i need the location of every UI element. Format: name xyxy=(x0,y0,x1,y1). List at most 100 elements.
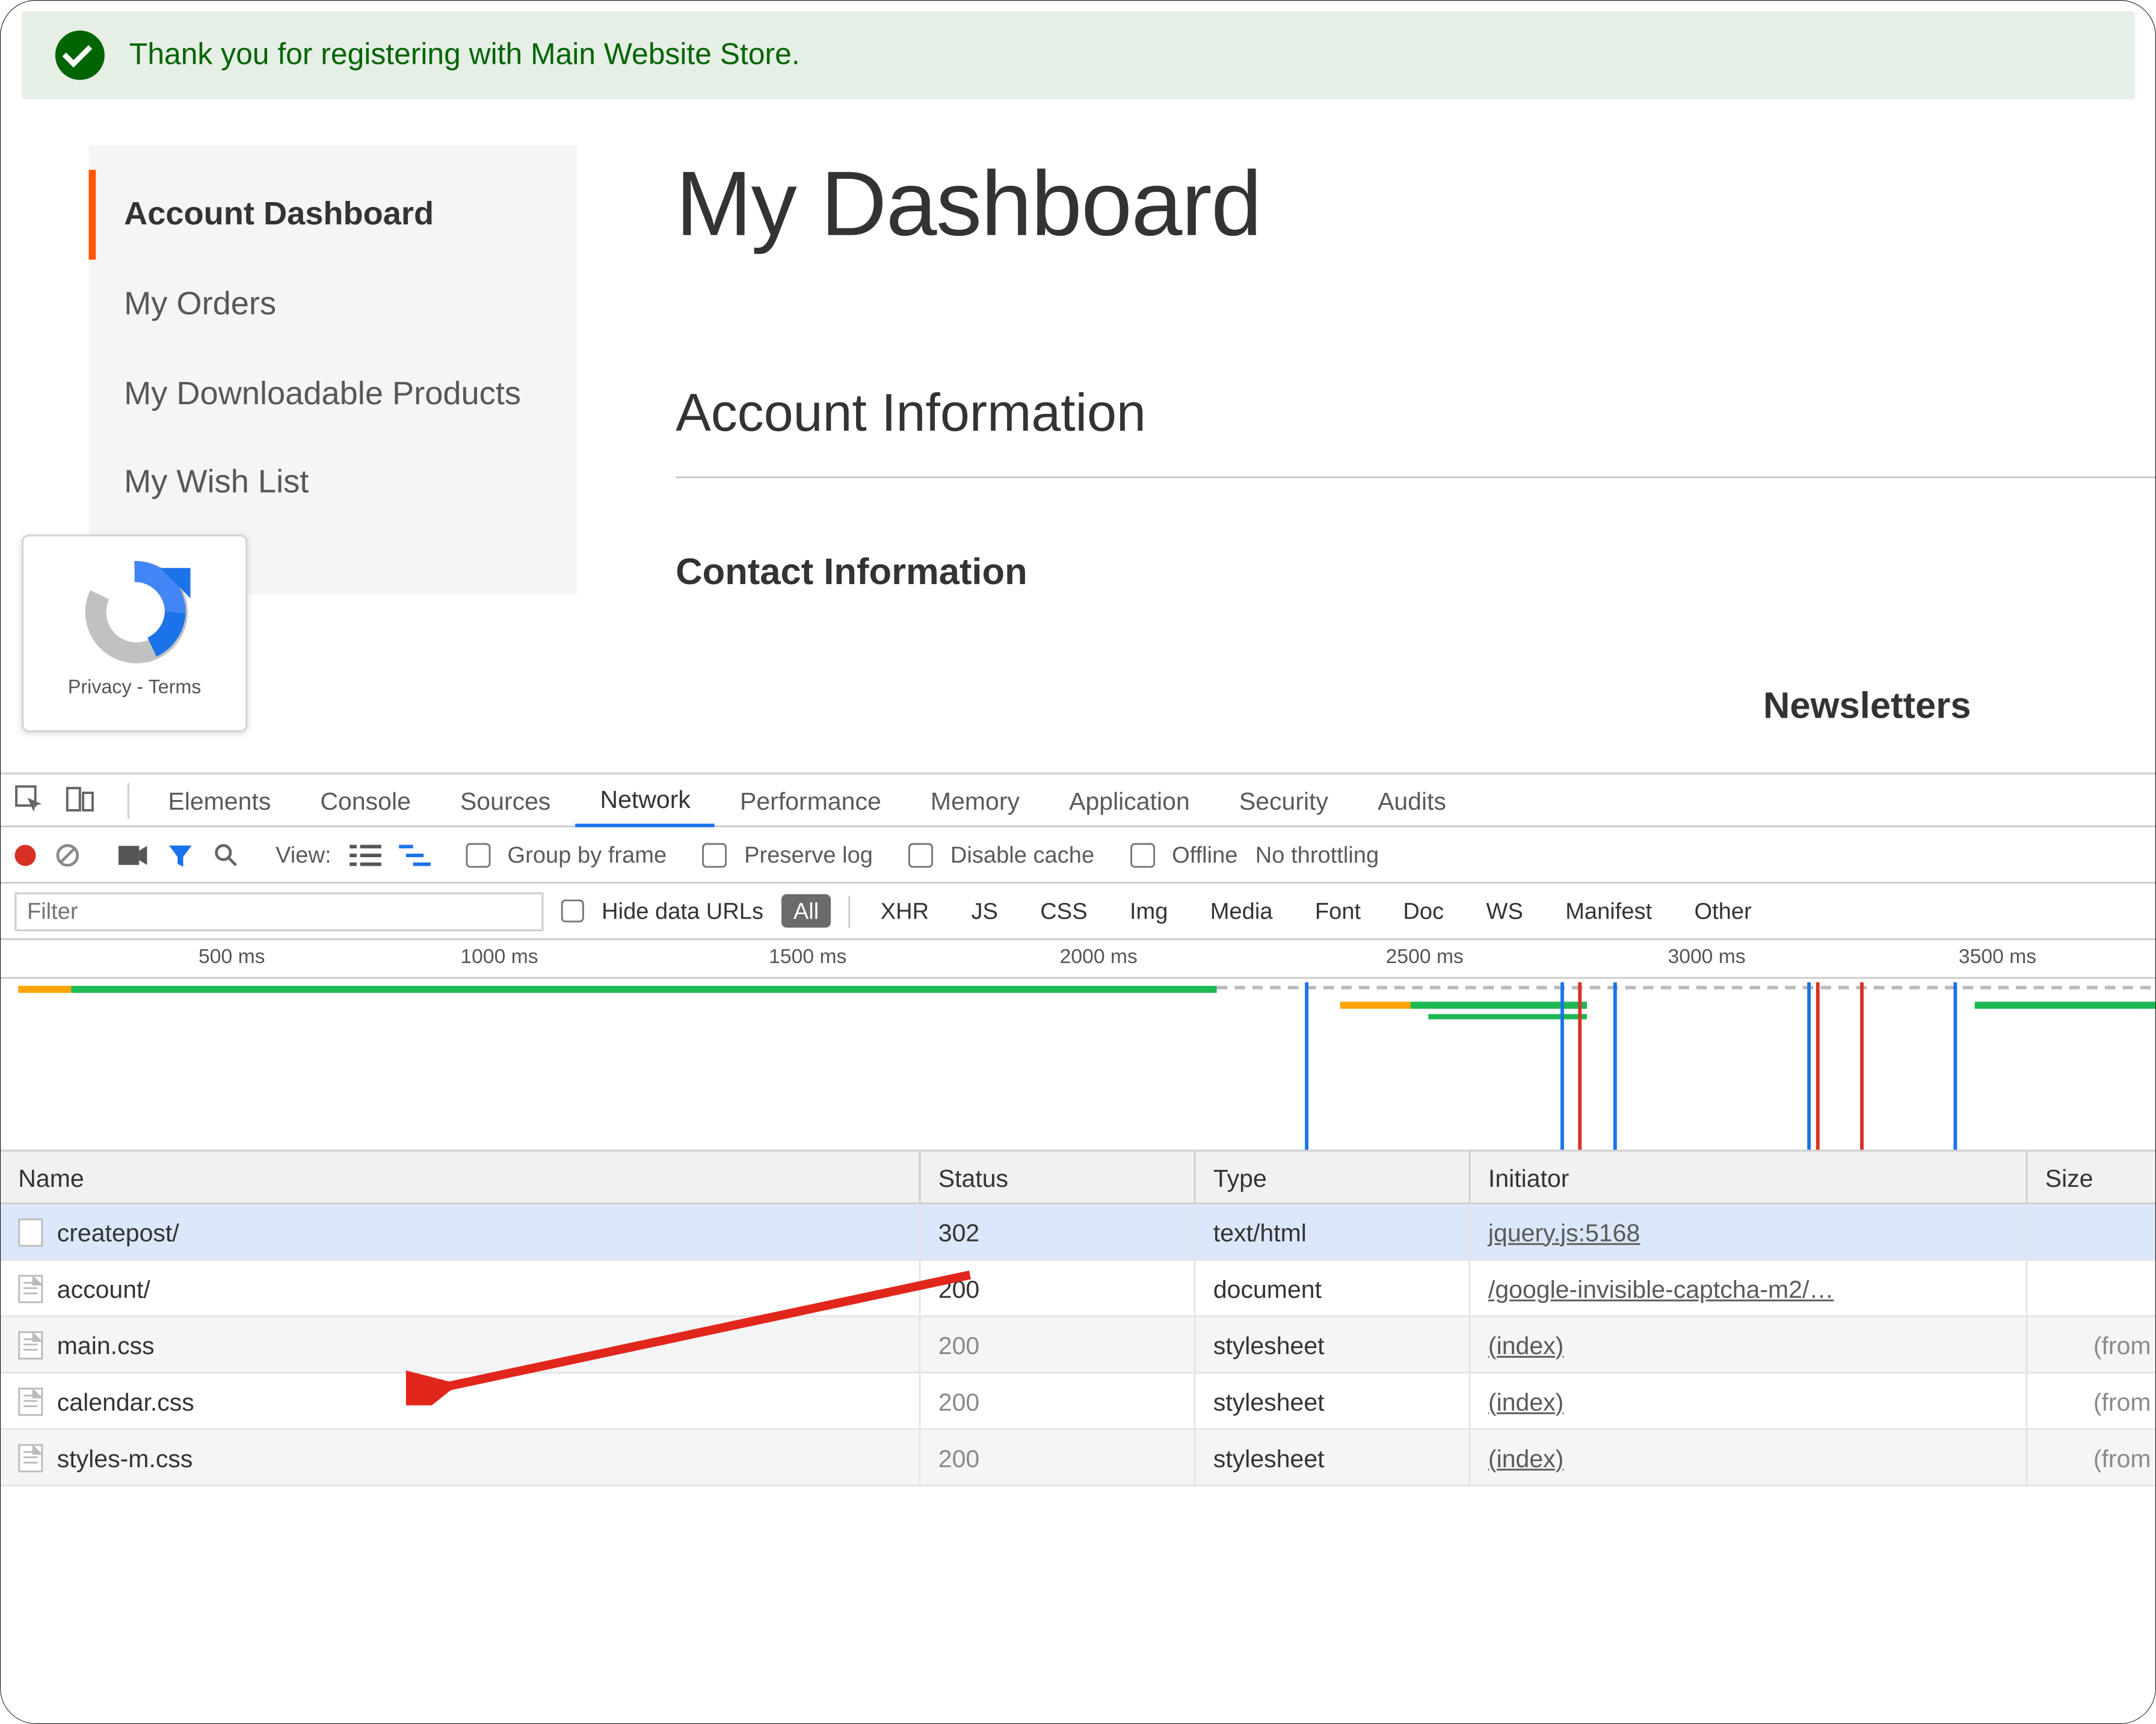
cell-name: main.css xyxy=(57,1331,155,1359)
tab-performance[interactable]: Performance xyxy=(715,775,906,825)
filter-type-js[interactable]: JS xyxy=(959,894,1010,928)
sidebar-item-my-downloadable-products[interactable]: My Downloadable Products xyxy=(89,349,578,439)
cell-type: document xyxy=(1213,1274,1322,1302)
throttling-select[interactable]: No throttling xyxy=(1255,842,1379,868)
sidebar-item-account-dashboard[interactable]: Account Dashboard xyxy=(89,170,578,259)
success-alert: Thank you for registering with Main Webs… xyxy=(22,11,2135,100)
file-icon xyxy=(18,1218,43,1246)
recaptcha-badge[interactable]: Privacy - Terms xyxy=(22,535,247,732)
filter-input[interactable] xyxy=(14,891,543,930)
col-type[interactable]: Type xyxy=(1196,1151,1471,1202)
cell-initiator[interactable]: (index) xyxy=(1488,1443,1563,1471)
cell-size: (from xyxy=(2093,1387,2151,1415)
preserve-log-label: Preserve log xyxy=(744,842,873,868)
preserve-log-checkbox[interactable] xyxy=(702,842,727,867)
clear-icon[interactable] xyxy=(54,840,82,869)
camera-icon[interactable] xyxy=(117,842,149,867)
recaptcha-icon xyxy=(76,554,192,670)
filter-type-other[interactable]: Other xyxy=(1682,894,1764,928)
cell-name: styles-m.css xyxy=(57,1443,193,1471)
table-row[interactable]: styles-m.css 200 stylesheet (index) (fro… xyxy=(1,1430,2156,1486)
cell-initiator[interactable]: (index) xyxy=(1488,1387,1563,1415)
file-icon xyxy=(18,1274,43,1302)
filter-type-all[interactable]: All xyxy=(781,894,831,928)
record-icon[interactable] xyxy=(14,844,35,865)
offline-checkbox[interactable] xyxy=(1130,842,1154,867)
inspect-icon[interactable] xyxy=(14,784,46,816)
filter-type-media[interactable]: Media xyxy=(1198,894,1285,928)
cell-initiator[interactable]: (index) xyxy=(1488,1331,1563,1359)
sidebar-item-label: My Wish List xyxy=(124,463,309,500)
file-icon xyxy=(18,1443,43,1471)
alert-text: Thank you for registering with Main Webs… xyxy=(129,38,800,72)
hide-data-urls-checkbox[interactable] xyxy=(561,899,584,922)
offline-label: Offline xyxy=(1172,842,1237,868)
table-row[interactable]: calendar.css 200 stylesheet (index) (fro… xyxy=(1,1373,2156,1430)
timeline-tick: 3000 ms xyxy=(1668,947,1745,968)
sidebar-item-label: My Downloadable Products xyxy=(124,374,521,411)
search-icon[interactable] xyxy=(212,840,241,869)
view-list-icon[interactable] xyxy=(349,842,381,867)
timeline-tick: 2000 ms xyxy=(1060,947,1138,968)
tab-application[interactable]: Application xyxy=(1044,775,1215,825)
contact-heading: Contact Information xyxy=(676,552,2156,594)
timeline-tick: 500 ms xyxy=(199,947,265,968)
timeline-tick: 2500 ms xyxy=(1386,947,1464,968)
table-row[interactable]: createpost/ 302 text/html jquery.js:5168 xyxy=(1,1204,2156,1261)
tab-sources[interactable]: Sources xyxy=(436,775,576,825)
device-toggle-icon[interactable] xyxy=(64,784,96,816)
cell-type: stylesheet xyxy=(1213,1331,1325,1359)
tab-audits[interactable]: Audits xyxy=(1353,775,1471,825)
cell-status: 200 xyxy=(938,1443,979,1471)
file-icon xyxy=(18,1387,43,1415)
filter-type-font[interactable]: Font xyxy=(1302,894,1373,928)
col-initiator[interactable]: Initiator xyxy=(1471,1151,2028,1202)
cell-initiator[interactable]: jquery.js:5168 xyxy=(1488,1218,1640,1246)
cell-size: (from xyxy=(2093,1331,2151,1359)
disable-cache-checkbox[interactable] xyxy=(908,842,933,867)
col-name[interactable]: Name xyxy=(1,1151,920,1202)
cell-initiator[interactable]: /google-invisible-captcha-m2/… xyxy=(1488,1274,1834,1302)
col-status[interactable]: Status xyxy=(920,1151,1195,1202)
col-size[interactable]: Size xyxy=(2028,1151,2156,1202)
tab-console[interactable]: Console xyxy=(295,775,436,825)
cell-name: createpost/ xyxy=(57,1218,179,1246)
view-waterfall-icon[interactable] xyxy=(398,842,430,867)
filter-type-manifest[interactable]: Manifest xyxy=(1553,894,1665,928)
filter-type-ws[interactable]: WS xyxy=(1474,894,1535,928)
tab-elements[interactable]: Elements xyxy=(143,775,295,825)
cell-status: 200 xyxy=(938,1331,979,1359)
timeline-tick: 3500 ms xyxy=(1959,947,2036,968)
account-sidebar: Account Dashboard My Orders My Downloada… xyxy=(89,145,578,594)
tab-network[interactable]: Network xyxy=(575,774,715,827)
disable-cache-label: Disable cache xyxy=(950,842,1094,868)
cell-name: calendar.css xyxy=(57,1387,194,1415)
cell-type: text/html xyxy=(1213,1218,1307,1246)
cell-status: 200 xyxy=(938,1274,979,1302)
devtools-tabbar: Elements Console Sources Network Perform… xyxy=(1,774,2156,827)
devtools-panel: Elements Console Sources Network Perform… xyxy=(1,772,2156,1724)
tab-memory[interactable]: Memory xyxy=(906,775,1044,825)
cell-name: account/ xyxy=(57,1274,150,1302)
table-row[interactable]: main.css 200 stylesheet (index) (from xyxy=(1,1317,2156,1374)
filter-type-img[interactable]: Img xyxy=(1117,894,1180,928)
filter-type-doc[interactable]: Doc xyxy=(1391,894,1456,928)
filter-type-css[interactable]: CSS xyxy=(1028,894,1100,928)
timeline-tick: 1000 ms xyxy=(460,947,538,968)
network-timeline[interactable]: 500 ms 1000 ms 1500 ms 2000 ms 2500 ms 3… xyxy=(1,940,2156,1152)
table-row[interactable]: account/ 200 document /google-invisible-… xyxy=(1,1261,2156,1317)
tab-security[interactable]: Security xyxy=(1215,775,1353,825)
filter-icon[interactable] xyxy=(166,840,194,869)
recaptcha-footer[interactable]: Privacy - Terms xyxy=(68,677,201,698)
checkmark-icon xyxy=(55,31,105,80)
cell-type: stylesheet xyxy=(1213,1443,1325,1471)
sidebar-item-my-orders[interactable]: My Orders xyxy=(89,259,578,349)
newsletters-heading: Newsletters xyxy=(1763,686,1971,728)
sidebar-item-my-wish-list[interactable]: My Wish List xyxy=(89,439,578,528)
cell-status: 200 xyxy=(938,1387,979,1415)
filter-type-xhr[interactable]: XHR xyxy=(868,894,941,928)
section-title: Account Information xyxy=(676,385,2156,478)
group-by-frame-label: Group by frame xyxy=(508,842,667,868)
cell-type: stylesheet xyxy=(1213,1387,1325,1415)
group-by-frame-checkbox[interactable] xyxy=(465,842,490,867)
